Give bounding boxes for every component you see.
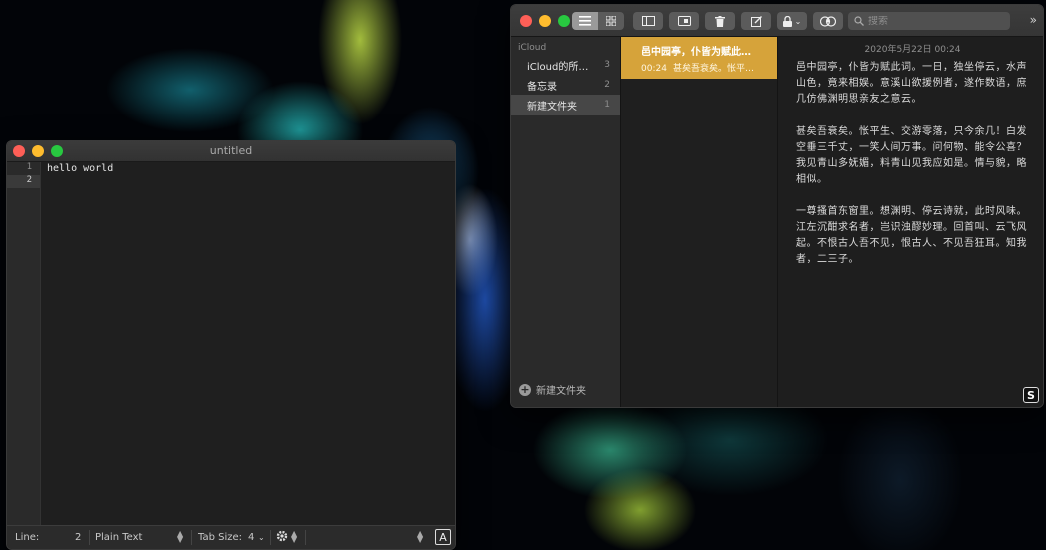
note-paragraph[interactable]: 一尊搔首东窗里。想渊明、停云诗就，此时风味。江左沉酣求名者，岂识浊醪妙理。回首叫…: [796, 204, 1029, 268]
attachment-icon: [677, 16, 691, 26]
folder-name: iCloud的所…: [527, 61, 589, 73]
line-value: 2: [75, 532, 82, 543]
line-label: Line:: [15, 532, 40, 543]
search-input[interactable]: [868, 15, 998, 27]
sidebar-header: iCloud: [518, 43, 547, 53]
note-editor[interactable]: 2020年5月22日 00:24 邑中园亭，仆皆为赋此词。一日，独坐停云，水声山…: [778, 37, 1043, 407]
close-button[interactable]: [520, 15, 532, 27]
folder-count: 2: [604, 80, 610, 90]
people-icon: [820, 15, 836, 27]
attachments-button[interactable]: [669, 12, 699, 30]
view-mode-toggle: [572, 12, 624, 30]
syntax-stepper-icon[interactable]: ▲ ▼: [177, 530, 183, 544]
code-editor-area[interactable]: hello world: [47, 162, 455, 525]
note-date: 2020年5月22日 00:24: [864, 45, 961, 55]
notes-window: ⌄ » iCloud iCloud的所… 3 备忘录 2 新建文件夹 1 + 新…: [510, 4, 1044, 408]
folder-item-notes[interactable]: 备忘录 2: [511, 75, 620, 95]
divider: [305, 530, 306, 545]
editor-titlebar[interactable]: untitled: [7, 141, 455, 162]
gallery-view-button[interactable]: [598, 12, 624, 30]
code-line[interactable]: hello world: [47, 162, 455, 175]
plus-icon: +: [519, 382, 531, 396]
grid-icon: [606, 16, 616, 26]
tab-size-label: Tab Size:: [198, 532, 243, 543]
symbol-stepper-icon[interactable]: ▲ ▼: [417, 530, 423, 544]
code-line[interactable]: [47, 175, 455, 188]
delete-button[interactable]: [705, 12, 735, 30]
toolbar-overflow-icon[interactable]: »: [1030, 13, 1037, 27]
lock-button[interactable]: ⌄: [777, 12, 807, 30]
editor-status-bar: Line: 2 Plain Text ▲ ▼ Tab Size: 4 ⌄ ▲ ▼ ▲…: [7, 525, 455, 549]
note-summary: 00:24 甚矣吾衰矣。怅平…: [641, 61, 769, 74]
note-paragraph[interactable]: 邑中园亭，仆皆为赋此词。一日，独坐停云，水声山色，竟来相娱。意溪山欲援例者，遂作…: [796, 60, 1029, 108]
lock-icon: [782, 15, 792, 27]
chevron-down-icon[interactable]: ⌄: [258, 533, 265, 542]
window-controls: [520, 15, 570, 27]
share-collaborate-button[interactable]: [813, 12, 843, 30]
note-list: 邑中园亭，仆皆为赋此… 00:24 甚矣吾衰矣。怅平…: [621, 37, 778, 407]
divider: [191, 530, 192, 545]
gear-icon[interactable]: [276, 530, 288, 542]
divider: [270, 530, 271, 545]
list-icon: [579, 16, 591, 26]
syntax-selector[interactable]: Plain Text: [95, 532, 142, 543]
note-paragraph[interactable]: 甚矣吾衰矣。怅平生、交游零落，只今余几！白发空垂三千丈，一笑人间万事。问何物、能…: [796, 124, 1029, 188]
zoom-button[interactable]: [558, 15, 570, 27]
folder-count: 3: [604, 60, 610, 70]
note-preview: 甚矣吾衰矣。怅平…: [672, 64, 754, 74]
folder-sidebar: iCloud iCloud的所… 3 备忘录 2 新建文件夹 1 + 新建文件夹: [511, 37, 621, 407]
search-field[interactable]: [848, 12, 1010, 30]
notes-toolbar: ⌄ »: [511, 5, 1043, 37]
line-number-gutter: 1 2: [7, 162, 41, 525]
folder-name: 备忘录: [527, 81, 557, 93]
input-method-badge[interactable]: S: [1023, 387, 1039, 403]
minimize-button[interactable]: [539, 15, 551, 27]
compose-icon: [750, 15, 762, 27]
note-title: 邑中园亭，仆皆为赋此…: [641, 47, 751, 58]
line-number-current: 2: [7, 175, 40, 188]
divider: [89, 530, 90, 545]
folder-item-icloud-all[interactable]: iCloud的所… 3: [511, 55, 620, 75]
window-title: untitled: [209, 144, 253, 157]
compose-button[interactable]: [741, 12, 771, 30]
list-item[interactable]: 邑中园亭，仆皆为赋此… 00:24 甚矣吾衰矣。怅平…: [621, 37, 777, 79]
folder-name: 新建文件夹: [527, 101, 577, 113]
sidebar-toggle-button[interactable]: [633, 12, 663, 30]
note-time: 00:24: [641, 64, 667, 74]
tab-size-value[interactable]: 4: [248, 532, 254, 543]
new-folder-button[interactable]: + 新建文件夹: [519, 382, 586, 397]
line-number: 1: [26, 162, 32, 172]
folder-item-new-folder[interactable]: 新建文件夹 1: [511, 95, 620, 115]
list-view-button[interactable]: [572, 12, 598, 30]
chevron-down-icon: ⌄: [794, 16, 802, 26]
input-source-badge[interactable]: A: [435, 529, 451, 545]
sidebar-icon: [641, 16, 655, 26]
search-icon: [854, 16, 864, 26]
trash-icon: [715, 15, 725, 27]
gear-stepper-icon[interactable]: ▲ ▼: [291, 530, 297, 544]
new-folder-label: 新建文件夹: [536, 386, 586, 397]
folder-count: 1: [604, 100, 610, 110]
text-editor-window: untitled 1 2 hello world Line: 2 Plain T…: [6, 140, 456, 550]
